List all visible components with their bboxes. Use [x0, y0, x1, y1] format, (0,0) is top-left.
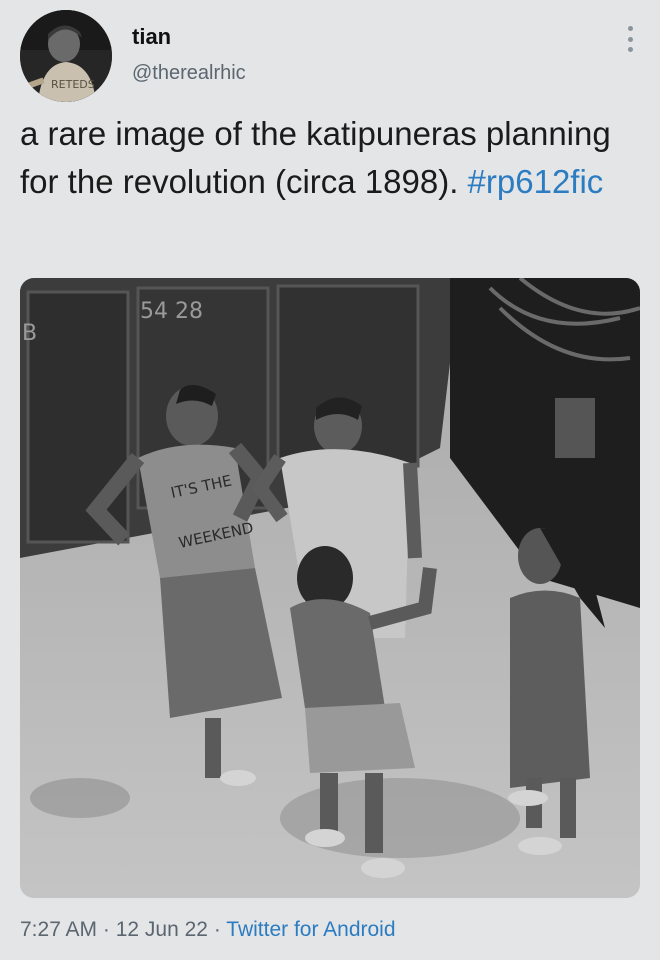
more-options-button[interactable] [626, 26, 634, 52]
photo-scene: 54 28 B IT'S THE WEEKEND [20, 278, 640, 898]
tweet-source-link[interactable]: Twitter for Android [226, 918, 395, 941]
tweet-text: a rare image of the katipuneras planning… [20, 110, 640, 206]
author-handle[interactable]: @therealrhic [132, 62, 246, 85]
gate-letter: B [22, 321, 37, 346]
meta-separator: · [207, 918, 227, 941]
more-vertical-icon [627, 26, 633, 31]
hashtag-link[interactable]: #rp612fic [468, 163, 604, 200]
meta-separator: · [97, 918, 116, 941]
tweet-photo[interactable]: 54 28 B IT'S THE WEEKEND [20, 278, 640, 898]
author-display-name[interactable]: tian [132, 24, 171, 50]
avatar-shirt-text: RETEDS [51, 78, 95, 91]
tweet-metadata: 7:27 AM · 12 Jun 22 · Twitter for Androi… [20, 918, 396, 942]
tweet-time[interactable]: 7:27 AM [20, 918, 97, 941]
gate-number: 54 28 [140, 299, 203, 324]
avatar[interactable]: RETEDS [20, 10, 112, 102]
tweet-date[interactable]: 12 Jun 22 [116, 918, 208, 941]
